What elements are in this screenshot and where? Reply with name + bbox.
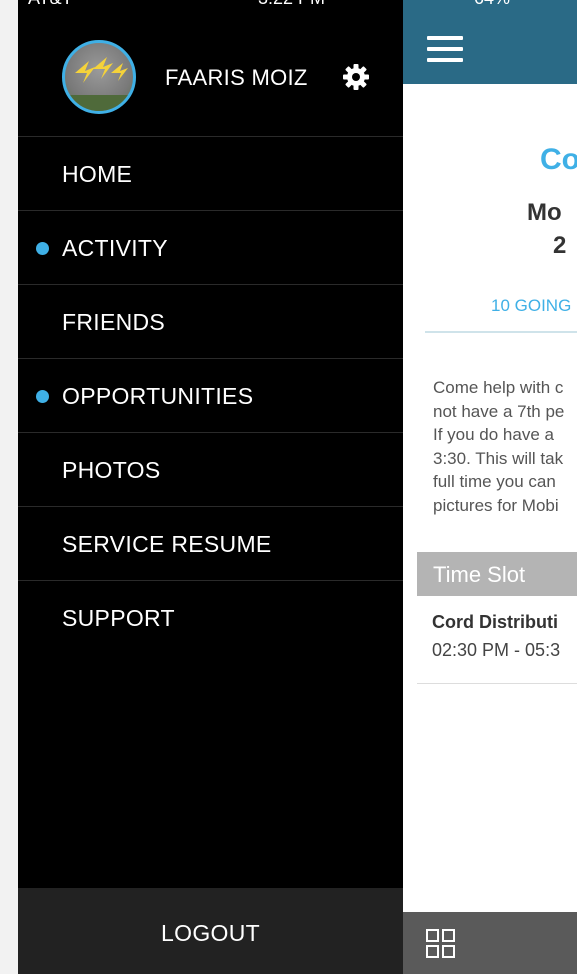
time-slot-header: Time Slot — [417, 552, 577, 596]
description-line: If you do have a — [433, 425, 554, 444]
avatar[interactable] — [62, 40, 136, 114]
top-app-bar — [403, 0, 577, 84]
going-count-tab[interactable]: 10 GOING — [491, 296, 571, 316]
menu-item-label: HOME — [62, 161, 133, 187]
description-line: Come help with c — [433, 378, 564, 397]
menu-item-service-resume[interactable]: SERVICE RESUME — [18, 507, 403, 581]
menu-item-label: OPPORTUNITIES — [62, 383, 254, 409]
menu-item-home[interactable]: HOME — [18, 137, 403, 211]
app-screen: FAARIS MOIZ HOME ACTIVITY FRIENDS OPPORT… — [18, 0, 577, 974]
slot-time: 02:30 PM - 05:3 — [432, 640, 561, 660]
description-line: full time you can — [433, 472, 556, 491]
menu-item-support[interactable]: SUPPORT — [18, 581, 403, 655]
battery-label: 64% — [474, 0, 510, 9]
menu-item-label: SUPPORT — [62, 605, 175, 631]
description-line: 3:30. This will tak — [433, 448, 564, 468]
tab-underline — [425, 331, 577, 333]
logout-button[interactable]: LOGOUT — [18, 888, 403, 974]
event-date-line2: 2 — [553, 232, 567, 259]
event-detail-panel: Co Mo 2 10 GOING Come help with c not ha… — [403, 0, 577, 974]
description-line: not have a 7th pe — [433, 401, 565, 421]
menu-item-friends[interactable]: FRIENDS — [18, 285, 403, 359]
menu-item-activity[interactable]: ACTIVITY — [18, 211, 403, 285]
divider — [417, 683, 577, 684]
gear-icon[interactable] — [342, 63, 370, 91]
menu-item-label: ACTIVITY — [62, 235, 168, 261]
event-description: Come help with c not have a 7th pe If yo… — [433, 376, 577, 517]
description-line: pictures for Mobi — [433, 495, 559, 515]
navigation-drawer: FAARIS MOIZ HOME ACTIVITY FRIENDS OPPORT… — [18, 0, 403, 974]
logout-label: LOGOUT — [161, 920, 260, 946]
slot-name[interactable]: Cord Distributi — [432, 612, 558, 633]
bottom-bar — [403, 912, 577, 974]
notification-dot — [36, 390, 49, 403]
profile-header: FAARIS MOIZ — [18, 0, 403, 137]
user-name: FAARIS MOIZ — [165, 65, 308, 90]
grid-icon[interactable] — [426, 929, 456, 959]
event-date: Mo — [527, 199, 562, 226]
hamburger-menu-icon[interactable] — [427, 36, 463, 64]
lightning-avatar-icon — [65, 57, 133, 111]
carrier-label: AT&T — [28, 0, 73, 9]
clock-label: 3:22 PM — [258, 0, 325, 9]
status-bar: AT&T 3:22 PM 64% — [18, 0, 577, 8]
time-slot-header-label: Time Slot — [433, 562, 526, 587]
notification-dot — [36, 242, 49, 255]
event-title: Co — [540, 143, 577, 176]
menu-item-label: FRIENDS — [62, 309, 166, 335]
menu-item-label: SERVICE RESUME — [62, 531, 272, 557]
menu-item-opportunities[interactable]: OPPORTUNITIES — [18, 359, 403, 433]
menu-item-photos[interactable]: PHOTOS — [18, 433, 403, 507]
menu-item-label: PHOTOS — [62, 457, 161, 483]
